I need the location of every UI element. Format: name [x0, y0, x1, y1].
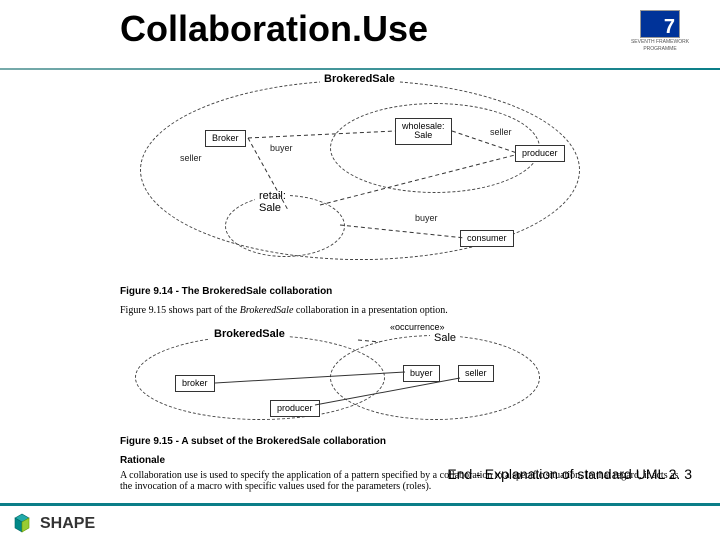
- part-consumer: consumer: [460, 230, 514, 247]
- part-producer: producer: [515, 145, 565, 162]
- para1-pre: Figure 9.15 shows part of the: [120, 305, 240, 316]
- slide: Collaboration.Use SEVENTH FRAMEWORK PROG…: [0, 0, 720, 540]
- figure-caption-2: Figure 9.15 - A subset of the BrokeredSa…: [120, 436, 680, 447]
- use-wholesale-ellipse: [330, 103, 540, 193]
- subset-collab-name: BrokeredSale: [210, 328, 289, 340]
- header-separator: [0, 68, 720, 70]
- part-broker-2: broker: [175, 375, 215, 392]
- part-seller-2: seller: [458, 365, 494, 382]
- use-sale-label: Sale: [430, 332, 460, 344]
- collaboration-name: BrokeredSale: [320, 73, 399, 85]
- use-retail-label: retail: Sale: [255, 190, 290, 214]
- part-producer-2: producer: [270, 400, 320, 417]
- role-buyer-2: buyer: [415, 213, 438, 223]
- content-area: BrokeredSale wholesale: Sale retail: Sal…: [120, 75, 680, 495]
- para1-em: BrokeredSale: [240, 305, 294, 316]
- end-note: End - Explanation of standard UML 2. 3: [447, 466, 692, 482]
- fp7-caption-2: PROGRAMME: [630, 47, 690, 52]
- role-seller-2: seller: [490, 127, 512, 137]
- diagram-brokered-sale: BrokeredSale wholesale: Sale retail: Sal…: [120, 75, 660, 280]
- role-seller-1: seller: [180, 153, 202, 163]
- part-buyer-2: buyer: [403, 365, 440, 382]
- use-wholesale-box: wholesale: Sale: [395, 118, 452, 145]
- shape-cube-icon: [8, 512, 36, 536]
- fp7-flag-icon: [640, 10, 680, 38]
- para1-post: collaboration in a presentation option.: [293, 305, 447, 316]
- part-broker: Broker: [205, 130, 246, 147]
- shape-logo: SHAPE: [8, 512, 95, 536]
- footer-separator: [0, 503, 720, 506]
- rationale-heading: Rationale: [120, 455, 680, 466]
- fp7-caption-1: SEVENTH FRAMEWORK: [630, 40, 690, 45]
- page-title: Collaboration.Use: [120, 8, 428, 50]
- diagram-subset: BrokeredSale «occurrence» Sale broker pr…: [120, 320, 660, 430]
- fp7-logo: SEVENTH FRAMEWORK PROGRAMME: [630, 10, 690, 64]
- role-buyer-1: buyer: [270, 143, 293, 153]
- occurrence-stereotype: «occurrence»: [390, 322, 445, 332]
- figure-caption-1: Figure 9.14 - The BrokeredSale collabora…: [120, 286, 680, 297]
- paragraph-1: Figure 9.15 shows part of the BrokeredSa…: [120, 305, 680, 316]
- shape-logo-text: SHAPE: [40, 515, 95, 533]
